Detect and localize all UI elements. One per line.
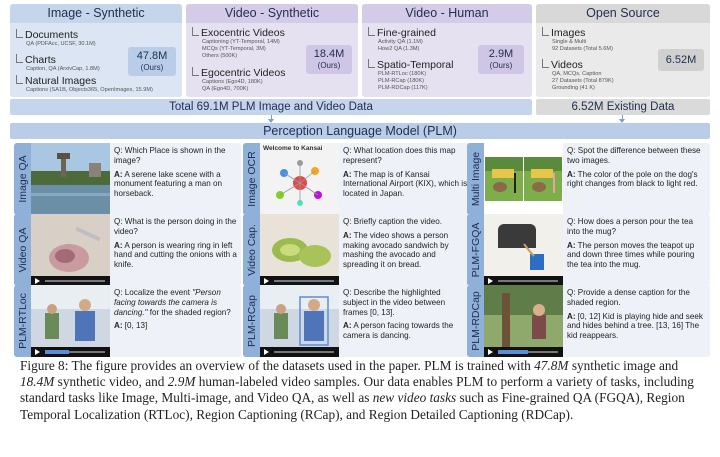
kansai-map-image: Welcome to Kansai bbox=[260, 143, 339, 215]
total-plm-data-bar: Total 69.1M PLM Image and Video Data bbox=[10, 99, 532, 115]
plm-title-bar: Perception Language Model (PLM) bbox=[10, 123, 710, 139]
group-egocentric-videos: Egocentric Videos Captions (Ego4D, 180K)… bbox=[192, 67, 285, 93]
task-image-ocr: Image OCR Welcome to Kansai Q: What loca… bbox=[243, 143, 471, 215]
column-open-source: Open Source Images Single & Multi 92 Data… bbox=[536, 4, 710, 97]
task-tag: PLM-RCap bbox=[243, 285, 260, 357]
task-tag: Image OCR bbox=[243, 143, 260, 215]
group-images: Images Single & Multi 92 Datasets (Total … bbox=[542, 27, 613, 53]
count-badge: 18.4M (Ours) bbox=[306, 45, 352, 74]
figure-caption: Figure 8: The figure provides an overvie… bbox=[20, 358, 694, 422]
task-tag: PLM-RTLoc bbox=[14, 285, 31, 357]
task-tag: Video Cap. bbox=[243, 214, 260, 286]
task-plm-rcap: PLM-RCap Q: Describe the highlighted sub… bbox=[243, 285, 471, 357]
dancing-person-video bbox=[260, 285, 339, 357]
task-plm-rdcap: PLM-RDCap Q: Provide a dense caption for… bbox=[467, 285, 710, 357]
group-spatio-temporal: Spatio-Temporal PLM-RTLoc (180K) PLM-RCap… bbox=[368, 59, 453, 92]
dancing-person-video bbox=[31, 285, 110, 357]
qa-text: Q: Which Place is shown in the image? A:… bbox=[114, 146, 226, 199]
task-tag: PLM-FGQA bbox=[467, 214, 484, 286]
task-image-qa: Image QA Q: Which Place is shown in the … bbox=[14, 143, 241, 215]
column-video-synthetic: Video - Synthetic Exocentric Videos Capt… bbox=[186, 4, 358, 97]
group-fine-grained: Fine-grained Activity QA (1.1M) How2 QA (… bbox=[368, 27, 436, 53]
task-video-caption: Video Cap. Q: Briefly caption the video.… bbox=[243, 214, 471, 286]
qa-text: Q: What location does this map represent… bbox=[343, 146, 468, 199]
qa-text: Q: Localize the event "Person facing tow… bbox=[114, 288, 231, 331]
dog-pair-images bbox=[484, 143, 563, 215]
onion-cutting-video bbox=[31, 214, 110, 286]
column-video-human: Video - Human Fine-grained Activity QA (… bbox=[362, 4, 532, 97]
group-videos: Videos QA, MCQs, Caption 27 Datasets (Tot… bbox=[542, 59, 614, 92]
tea-pouring-video bbox=[484, 214, 563, 286]
qa-text: Q: Provide a dense caption for the shade… bbox=[567, 288, 703, 341]
qa-text: Q: Briefly caption the video. A: The vid… bbox=[343, 217, 449, 270]
group-documents: Documents QA (PDFAcc, UCSF, 30.1M) bbox=[16, 29, 96, 48]
column-title: Image - Synthetic bbox=[10, 4, 182, 23]
qa-text: Q: Describe the highlighted subject in t… bbox=[343, 288, 454, 341]
lake-monument-image bbox=[31, 143, 110, 215]
count-badge: 2.9M (Ours) bbox=[478, 45, 524, 74]
qa-text: Q: How does a person pour the tea into t… bbox=[567, 217, 695, 270]
task-video-qa: Video QA Q: What is the person doing in … bbox=[14, 214, 241, 286]
count-badge: 6.52M bbox=[658, 49, 704, 71]
avocado-sandwich-video bbox=[260, 214, 339, 286]
group-exocentric-videos: Exocentric Videos Captioning (YT-Tempora… bbox=[192, 27, 285, 60]
task-plm-rtloc: PLM-RTLoc Q: Localize the event "Person … bbox=[14, 285, 241, 357]
task-tag: Image QA bbox=[14, 143, 31, 215]
qa-text: Q: Spot the difference between these two… bbox=[567, 146, 701, 189]
existing-data-bar: 6.52M Existing Data bbox=[536, 99, 710, 115]
column-title: Video - Synthetic bbox=[186, 4, 358, 23]
task-multi-image: Multi Image Q: Spot the difference betwe… bbox=[467, 143, 710, 215]
qa-text: Q: What is the person doing in the video… bbox=[114, 217, 237, 270]
group-charts: Charts Caption, QA (ArxivCap, 1.8M) bbox=[16, 54, 100, 73]
task-tag: Multi Image bbox=[467, 143, 484, 215]
column-image-synthetic: Image - Synthetic Documents QA (PDFAcc, U… bbox=[10, 4, 182, 97]
kid-hide-seek-video bbox=[484, 285, 563, 357]
column-title: Open Source bbox=[536, 4, 710, 23]
task-tag: Video QA bbox=[14, 214, 31, 286]
group-natural-images: Natural Images Captions (SA1B, Objects365… bbox=[16, 75, 153, 94]
task-plm-fgqa: PLM-FGQA Q: How does a person pour the t… bbox=[467, 214, 710, 286]
task-tag: PLM-RDCap bbox=[467, 285, 484, 357]
count-badge: 47.8M (Ours) bbox=[128, 47, 176, 76]
column-title: Video - Human bbox=[362, 4, 532, 23]
